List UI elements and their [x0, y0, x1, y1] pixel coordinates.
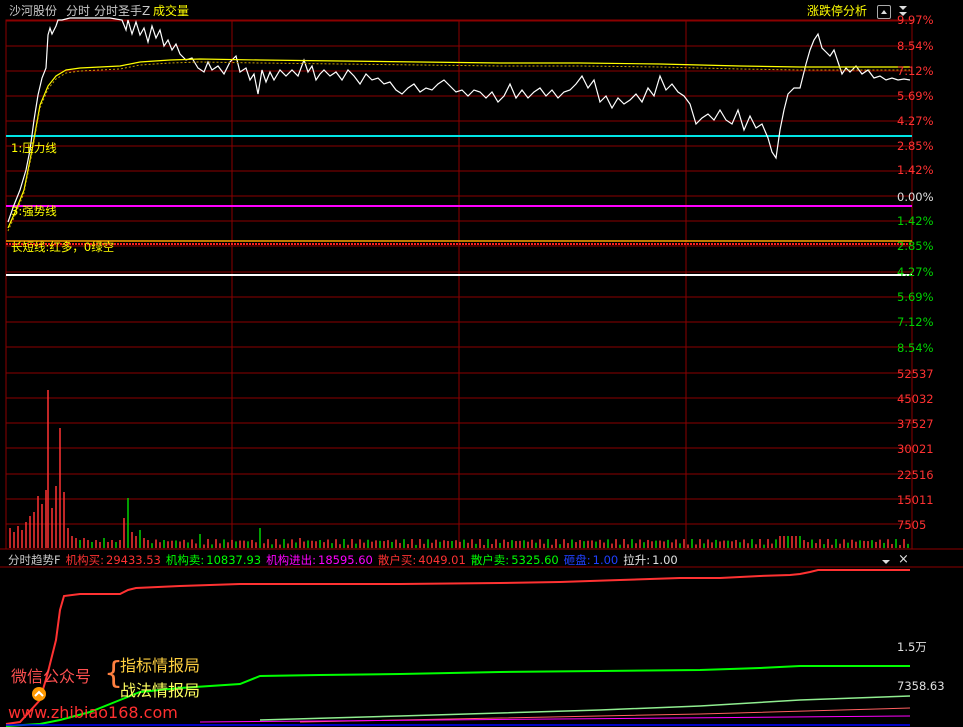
price-axis-label: 7.12%: [897, 64, 934, 78]
indicator-main-name[interactable]: 分时圣手Z: [94, 3, 150, 19]
tab-timeshare[interactable]: 分时: [66, 3, 90, 19]
inst-buy-label: 机构买:: [65, 553, 104, 567]
watermark-wechat: 微信公众号: [11, 667, 92, 686]
dump-value: 1.00: [592, 553, 619, 567]
volume-axis-label: 45032: [897, 392, 934, 406]
volume-axis-label: 52537: [897, 367, 934, 381]
indicator-volume-name[interactable]: 成交量: [153, 3, 189, 19]
watermark-line2: 战法情报局: [120, 681, 201, 700]
indicator-axis-bottom: 7358.63: [897, 679, 945, 693]
pull-label: 拉升:: [623, 553, 651, 567]
collapse-up-icon[interactable]: [877, 5, 891, 19]
watermark-url: www.zhibiao168.com: [8, 703, 178, 722]
volume-axis-label: 30021: [897, 442, 934, 456]
price-axis-label: 2.85%: [897, 239, 934, 253]
dump-label: 砸盘:: [563, 553, 591, 567]
retail-sell-value: 5325.60: [511, 553, 559, 567]
indicator-axis-top: 1.5万: [897, 640, 927, 654]
volume-axis-label: 22516: [897, 468, 934, 482]
inst-net-value: 18595.60: [318, 553, 373, 567]
price-axis-label: 9.97%: [897, 13, 934, 27]
price-axis-label: 4.27%: [897, 114, 934, 128]
watermark-line1: 指标情报局: [120, 656, 201, 675]
retail-sell-label: 散户卖:: [470, 553, 510, 567]
price-axis-label: 5.69%: [897, 89, 934, 103]
price-axis-label: 2.85%: [897, 139, 934, 153]
inst-sell-value: 10837.93: [206, 553, 262, 567]
price-axis-label: 1.42%: [897, 214, 934, 228]
close-icon[interactable]: ×: [898, 553, 910, 567]
price-axis-label: 5.69%: [897, 290, 934, 304]
inst-net-label: 机构进出:: [266, 553, 316, 567]
limit-analysis-button[interactable]: 涨跌停分析: [807, 3, 867, 19]
price-axis-label: 4.27%: [897, 265, 934, 279]
volume-axis-label: 15011: [897, 493, 934, 507]
price-axis-label: 1.42%: [897, 163, 934, 177]
long-short-line-label: 长短线:红多，0绿空: [11, 240, 115, 254]
timeshare-chart[interactable]: [0, 0, 963, 727]
retail-buy-value: 4049.01: [418, 553, 466, 567]
dropdown-arrow-icon[interactable]: [880, 556, 892, 566]
pressure-line-label: 1:压力线: [11, 141, 57, 155]
inst-sell-label: 机构卖:: [165, 553, 205, 567]
pull-value: 1.00: [652, 553, 678, 567]
chevron-up-badge-icon: [32, 687, 46, 701]
price-axis-label: 7.12%: [897, 315, 934, 329]
volume-axis-label: 7505: [897, 518, 927, 532]
stock-name: 沙河股份: [9, 4, 58, 18]
retail-buy-label: 散户买:: [377, 553, 417, 567]
indicator-panel-header: 分时趋势F 机构买: 29433.53 机构卖: 10837.93 机构进出: 18595.…: [8, 552, 683, 568]
price-axis-label: 8.54%: [897, 39, 934, 53]
indicator-title[interactable]: 分时趋势F: [8, 553, 61, 567]
volume-axis-label: 37527: [897, 417, 934, 431]
inst-buy-value: 29433.53: [106, 553, 161, 567]
price-axis-label: 8.54%: [897, 341, 934, 355]
price-axis-zero: 0.00%: [897, 190, 934, 204]
strong-line-label: 3:强势线: [11, 204, 57, 218]
